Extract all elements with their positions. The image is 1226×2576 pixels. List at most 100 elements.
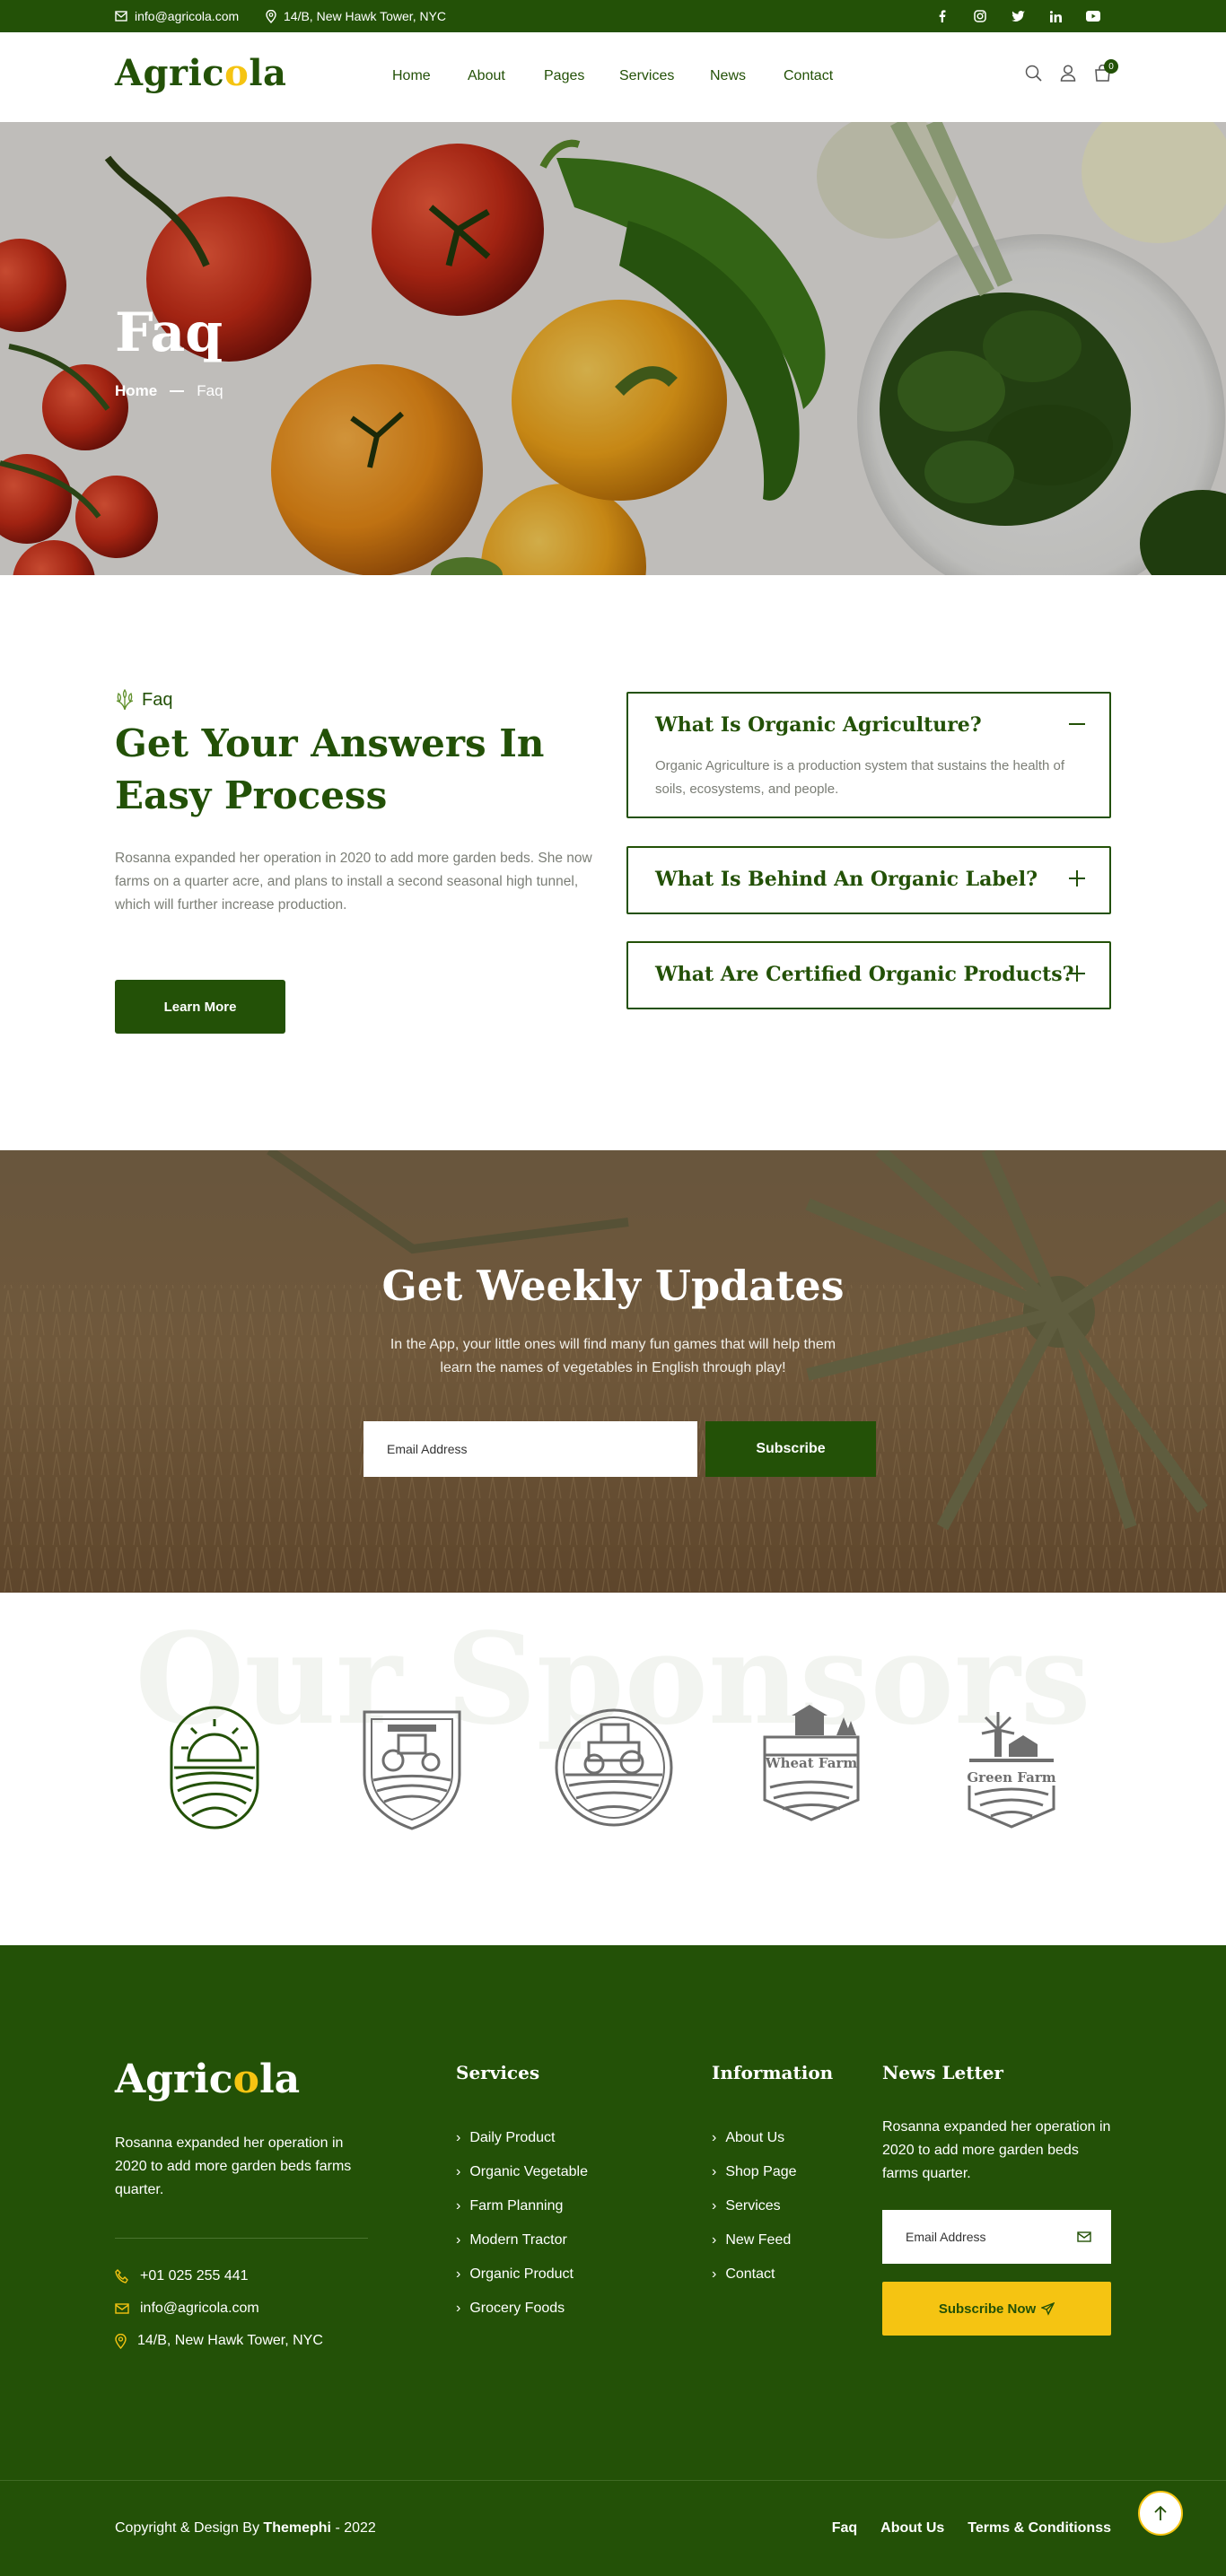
arrow-up-icon xyxy=(1154,2505,1167,2521)
footer-link[interactable]: › Services xyxy=(712,2189,797,2223)
map-pin-icon xyxy=(115,2333,127,2349)
subscribe-now-button[interactable]: Subscribe Now xyxy=(882,2282,1111,2336)
faq-heading: Get Your Answers In Easy Process xyxy=(115,721,545,817)
footer-link-label: About Us xyxy=(725,2130,785,2145)
footer-link[interactable]: › New Feed xyxy=(712,2223,797,2257)
sponsor-logo-sunrise-farm[interactable] xyxy=(169,1705,260,1830)
footer-email-input[interactable]: Email Address xyxy=(882,2210,1111,2264)
sponsor-logo-green-farm[interactable]: Green Farm xyxy=(966,1705,1057,1830)
footer-bottom-link-terms[interactable]: Terms & Conditionss xyxy=(968,2520,1111,2537)
footer-link-label: Daily Product xyxy=(469,2130,556,2145)
sponsor-logo-wheat-farm[interactable]: Wheat Farm xyxy=(761,1705,862,1830)
footer-link[interactable]: › Farm Planning xyxy=(456,2189,588,2223)
footer-link[interactable]: › Contact xyxy=(712,2257,797,2292)
mail-icon xyxy=(115,2303,129,2314)
footer-phone-text: +01 025 255 441 xyxy=(140,2268,249,2283)
learn-more-button[interactable]: Learn More xyxy=(115,980,285,1034)
footer-bottom-link-about[interactable]: About Us xyxy=(880,2520,944,2537)
copyright-brand[interactable]: Themephi xyxy=(263,2520,331,2536)
nav-news[interactable]: News xyxy=(710,68,784,84)
copyright: Copyright & Design By Themephi - 2022 xyxy=(115,2520,376,2537)
top-bar: info@agricola.com 14/B, New Hawk Tower, … xyxy=(0,0,1226,32)
faq-item[interactable]: What Are Certified Organic Products? xyxy=(626,941,1111,1009)
page-title: Faq xyxy=(115,301,223,364)
faq-item-open[interactable]: What Is Organic Agriculture? Organic Agr… xyxy=(626,692,1111,818)
newsletter-heading: News Letter xyxy=(882,2062,1003,2083)
sponsor-logo-tractor-circle[interactable] xyxy=(553,1705,675,1830)
mail-icon xyxy=(115,11,127,22)
newsletter-section: Get Weekly Updates In the App, your litt… xyxy=(0,1150,1226,1593)
nav-home[interactable]: Home xyxy=(392,68,468,84)
footer-link[interactable]: › Modern Tractor xyxy=(456,2223,588,2257)
footer-bottom-link-faq[interactable]: Faq xyxy=(832,2520,857,2537)
faq-description-line-2: farms on a quarter acre, and plans to in… xyxy=(115,874,579,913)
chevron-right-icon: › xyxy=(456,2130,461,2145)
topbar-address: 14/B, New Hawk Tower, NYC xyxy=(266,9,446,23)
information-list: › About Us › Shop Page › Services › New Feed… xyxy=(712,2121,797,2292)
site-logo[interactable]: Agricola xyxy=(115,52,286,94)
footer-link[interactable]: › About Us xyxy=(712,2121,797,2155)
site-header: Agricola Home About Pages Services News … xyxy=(0,32,1226,122)
header-actions: 0 xyxy=(1025,59,1118,82)
site-footer: Agricola Rosanna expanded her operation … xyxy=(0,1945,1226,2576)
cart-count-badge: 0 xyxy=(1104,59,1118,74)
breadcrumb-home[interactable]: Home xyxy=(115,382,157,400)
chevron-right-icon: › xyxy=(712,2232,717,2248)
expand-icon[interactable] xyxy=(1068,869,1086,887)
newsletter-title: Get Weekly Updates xyxy=(381,1262,845,1310)
services-heading: Services xyxy=(456,2062,540,2083)
user-icon[interactable] xyxy=(1060,65,1076,82)
faq-description: Rosanna expanded her operation in 2020 t… xyxy=(115,847,604,917)
green-farm-logo xyxy=(968,1712,1055,1829)
chevron-right-icon: › xyxy=(712,2266,717,2282)
social-links xyxy=(933,7,1102,25)
chevron-right-icon: › xyxy=(456,2301,461,2316)
faq-answer: Organic Agriculture is a production syst… xyxy=(655,758,1065,797)
subscribe-now-label: Subscribe Now xyxy=(938,2301,1037,2317)
nav-contact[interactable]: Contact xyxy=(784,68,846,84)
wheat-farm-label: Wheat Farm xyxy=(765,1755,858,1771)
subscribe-button[interactable]: Subscribe xyxy=(705,1421,876,1477)
footer-link[interactable]: › Daily Product xyxy=(456,2121,588,2155)
search-icon[interactable] xyxy=(1025,65,1042,82)
youtube-icon[interactable] xyxy=(1084,7,1102,25)
faq-question[interactable]: What Are Certified Organic Products? xyxy=(655,963,1074,986)
footer-link[interactable]: › Organic Vegetable xyxy=(456,2155,588,2189)
footer-link-label: Modern Tractor xyxy=(469,2232,567,2248)
linkedin-icon[interactable] xyxy=(1046,7,1064,25)
footer-email[interactable]: info@agricola.com xyxy=(115,2301,259,2317)
phone-icon xyxy=(115,2269,129,2283)
footer-phone[interactable]: +01 025 255 441 xyxy=(115,2268,249,2284)
faq-item[interactable]: What Is Behind An Organic Label? xyxy=(626,846,1111,914)
expand-icon[interactable] xyxy=(1068,965,1086,982)
facebook-icon[interactable] xyxy=(933,7,951,25)
map-pin-icon xyxy=(266,9,276,23)
footer-description: Rosanna expanded her operation in 2020 t… xyxy=(115,2135,352,2197)
chevron-right-icon: › xyxy=(456,2232,461,2248)
footer-link[interactable]: › Organic Product xyxy=(456,2257,588,2292)
faq-question[interactable]: What Is Behind An Organic Label? xyxy=(655,868,1038,891)
newsletter-email-input[interactable]: Email Address xyxy=(363,1421,697,1477)
nav-pages[interactable]: Pages xyxy=(544,68,619,84)
nav-about[interactable]: About xyxy=(468,68,544,84)
chevron-right-icon: › xyxy=(712,2164,717,2179)
footer-link-label: Organic Vegetable xyxy=(469,2164,588,2179)
collapse-icon[interactable] xyxy=(1068,715,1086,733)
sponsor-logo-tractor-shield[interactable] xyxy=(361,1705,463,1830)
faq-description-line-1: Rosanna expanded her operation in 2020 t… xyxy=(115,851,592,866)
footer-logo[interactable]: Agricola xyxy=(115,2056,300,2102)
cart-button[interactable]: 0 xyxy=(1094,59,1118,82)
topbar-email-text: info@agricola.com xyxy=(135,9,240,23)
footer-link-label: New Feed xyxy=(725,2232,792,2248)
breadcrumb-current: Faq xyxy=(197,382,223,399)
footer-link[interactable]: › Grocery Foods xyxy=(456,2292,588,2326)
twitter-icon[interactable] xyxy=(1009,7,1027,25)
topbar-email[interactable]: info@agricola.com xyxy=(115,9,239,23)
footer-bottom-links: Faq About Us Terms & Conditionss xyxy=(832,2520,1111,2537)
scroll-to-top-button[interactable] xyxy=(1138,2491,1183,2536)
faq-question[interactable]: What Is Organic Agriculture? xyxy=(655,713,982,737)
nav-services[interactable]: Services xyxy=(619,68,710,84)
instagram-icon[interactable] xyxy=(971,7,989,25)
footer-link[interactable]: › Shop Page xyxy=(712,2155,797,2189)
page-hero: Faq Home Faq xyxy=(0,122,1226,575)
